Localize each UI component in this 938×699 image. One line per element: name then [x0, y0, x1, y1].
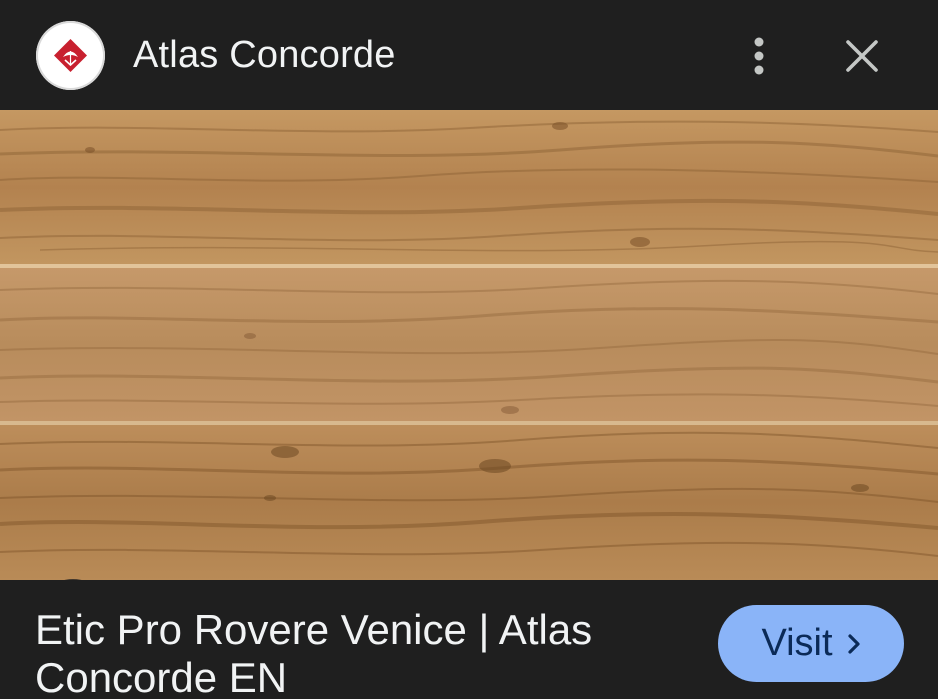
site-name[interactable]: Atlas Concorde	[133, 33, 396, 77]
result-image[interactable]	[0, 110, 938, 580]
atlas-concorde-logo-icon	[54, 39, 87, 72]
visit-button-label: Visit	[761, 622, 833, 664]
site-logo[interactable]	[36, 21, 105, 90]
result-title[interactable]: Etic Pro Rovere Venice | Atlas Concorde …	[35, 606, 675, 699]
wood-planks-image	[0, 110, 938, 580]
more-options-button[interactable]	[735, 30, 783, 82]
image-viewer-page: Atlas Concorde Etic Pro Rovere Venice | …	[0, 0, 938, 699]
visit-button[interactable]: Visit	[718, 605, 904, 682]
close-icon	[846, 40, 878, 72]
viewer-header: Atlas Concorde	[0, 0, 938, 110]
more-vert-icon	[754, 37, 764, 75]
result-footer: Etic Pro Rovere Venice | Atlas Concorde …	[0, 580, 938, 699]
chevron-right-icon	[847, 633, 860, 654]
close-button[interactable]	[836, 30, 888, 82]
